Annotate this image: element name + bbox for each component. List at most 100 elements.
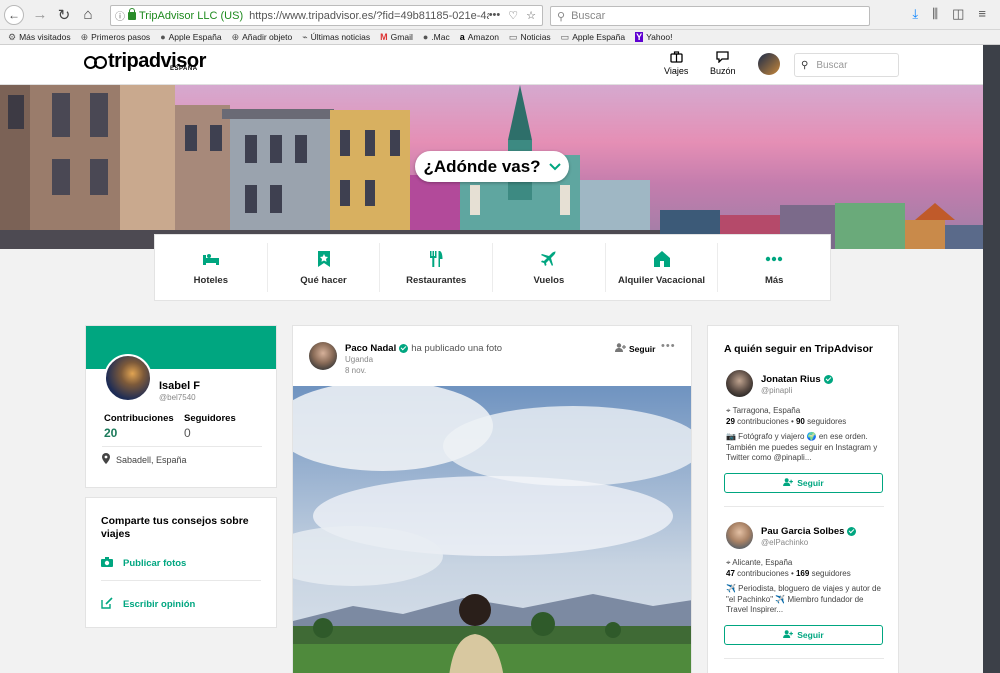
profile-photo[interactable] [104,354,152,402]
forward-button[interactable]: → [28,3,52,27]
bookmark-item[interactable]: ⊕ Añadir objeto [232,32,293,43]
bookmark-label: Noticias [520,32,551,42]
more-options-icon[interactable]: ••• [661,340,676,352]
bookmarks-bar: ⚙ Más visitados ⊕ Primeros pasos ● Apple Es… [0,30,1000,45]
verified-icon [399,344,409,353]
follow-author-button[interactable]: Seguir [615,343,655,354]
bookmark-item[interactable]: ⊕ Primeros pasos [81,32,151,43]
back-button[interactable]: ← [4,4,24,25]
follow-label: Seguir [797,630,824,640]
suggestion-name[interactable]: Pau Garcia Solbes [761,526,857,537]
category-label: Qué hacer [300,274,347,286]
where-to-button[interactable]: ¿Adónde vas? [415,151,569,182]
write-review-link[interactable]: Escribir opinión [101,597,195,612]
category-hotels[interactable]: Hoteles [155,243,268,292]
follow-button[interactable]: Seguir [724,473,883,493]
bookmark-item[interactable]: a Amazon [460,32,499,42]
bookmark-item[interactable]: ● .Mac [423,32,450,42]
location-pin-icon [102,453,110,466]
bookmark-item[interactable]: ▭ Noticias [509,32,551,43]
inbox-button[interactable]: Buzón [710,51,736,76]
post-action: ha publicado una foto [411,343,503,354]
feed-post: Paco Nadal ha publicado una foto Uganda … [292,325,692,673]
bookmark-label: Últimas noticias [310,32,371,42]
category-label: Más [764,274,784,286]
download-icon[interactable]: ⤓ [912,6,918,22]
post-author-avatar[interactable] [309,342,337,370]
globe-icon: ⊕ [80,31,89,42]
pocket-icon[interactable]: ♡ [508,9,518,22]
suitcase-icon [670,51,683,66]
bookmark-item[interactable]: M Gmail [380,32,413,42]
suggestion-location-text: Alicante, España [732,558,793,567]
divider [102,446,262,447]
suggestion-name-text: Pau Garcia Solbes [761,526,845,537]
suggestion-bio: ✈️ Periodista, bloguero de viajes y auto… [726,584,881,614]
category-more[interactable]: Más [718,243,830,292]
follow-button[interactable]: Seguir [724,625,883,645]
post-author-name[interactable]: Paco Nadal [345,343,396,354]
gmail-icon: M [380,32,388,42]
bookmark-item[interactable]: ⌁ Últimas noticias [302,32,370,43]
reload-button[interactable]: ↻ [52,3,76,27]
category-things-to-do[interactable]: Qué hacer [268,243,381,292]
profile-name[interactable]: Isabel F [159,380,200,392]
contributions-count[interactable]: 20 [104,426,117,440]
category-bar: Hoteles Qué hacer Restaurantes Vuelos Al… [154,234,831,301]
menu-icon[interactable]: ≡ [978,6,986,22]
url-text[interactable]: https://www.tripadvisor.es/?fid=49b81185… [249,10,489,22]
message-icon [716,51,729,66]
post-photos-link[interactable]: Publicar fotos [101,557,186,570]
sidebar-icon[interactable]: ◫ [952,6,964,22]
suggestion-followers: 90 [795,417,805,426]
suggestion-avatar[interactable] [726,370,753,397]
arrow-right-icon: → [32,6,48,23]
post-photos-label: Publicar fotos [123,558,187,569]
more-dots-icon [765,250,783,268]
suggestion-contributions: 29 [726,417,735,426]
suggestion-bio: 📷 Fotógrafo y viajero 🌍 en ese orden. Ta… [726,432,878,462]
post-photo[interactable] [293,386,691,673]
suggestion-followers: 169 [795,569,810,578]
page-actions-icon[interactable]: ••• [489,9,501,22]
suggestion-name[interactable]: Jonatan Rius [761,374,833,385]
rss-icon: ⌁ [302,31,308,42]
post-date: 8 nov. [345,366,367,375]
trips-button[interactable]: Viajes [664,51,688,76]
category-label: Restaurantes [406,274,467,286]
category-restaurants[interactable]: Restaurantes [380,243,494,292]
camera-icon [101,557,113,570]
who-to-follow-title: A quién seguir en TripAdvisor [724,343,873,355]
home-button[interactable]: ⌂ [76,3,100,27]
contributions-label: Contribuciones [104,413,174,424]
fork-knife-icon [427,250,445,268]
site-identity[interactable]: TripAdvisor LLC (US) [125,7,243,22]
gear-icon: ⚙ [8,31,17,42]
site-search-input[interactable]: ⚲ Buscar [794,53,899,77]
url-bar[interactable]: ⓘ TripAdvisor LLC (US) https://www.tripa… [110,5,543,26]
library-icon[interactable]: ⫼ [932,6,938,22]
add-user-icon [783,630,794,640]
bookmark-item[interactable]: ▭ Apple España [561,32,625,43]
suggestion-handle: @elPachinko [761,538,809,547]
bookmark-star-icon[interactable]: ☆ [526,9,536,22]
profile-avatar[interactable] [758,53,780,75]
bookmark-label: Apple España [168,32,222,42]
bookmark-item[interactable]: Y Yahoo! [635,32,672,42]
category-label: Hoteles [193,274,228,286]
lock-icon [128,7,136,20]
profile-handle: @bel7540 [159,393,196,402]
category-label: Vuelos [533,274,565,286]
add-user-icon [615,343,626,354]
browser-search-input[interactable]: ⚲ Buscar [550,6,870,26]
followers-label: seguidores [807,417,847,426]
suggestion-avatar[interactable] [726,522,753,549]
category-vacation-rentals[interactable]: Alquiler Vacacional [606,243,719,292]
bookmark-item[interactable]: ● Apple España [160,32,221,42]
category-flights[interactable]: Vuelos [493,243,606,292]
info-icon[interactable]: ⓘ [115,8,125,23]
house-icon [653,250,671,268]
bookmark-item[interactable]: ⚙ Más visitados [8,32,71,43]
bed-icon [202,250,220,268]
post-location[interactable]: Uganda [345,355,373,364]
